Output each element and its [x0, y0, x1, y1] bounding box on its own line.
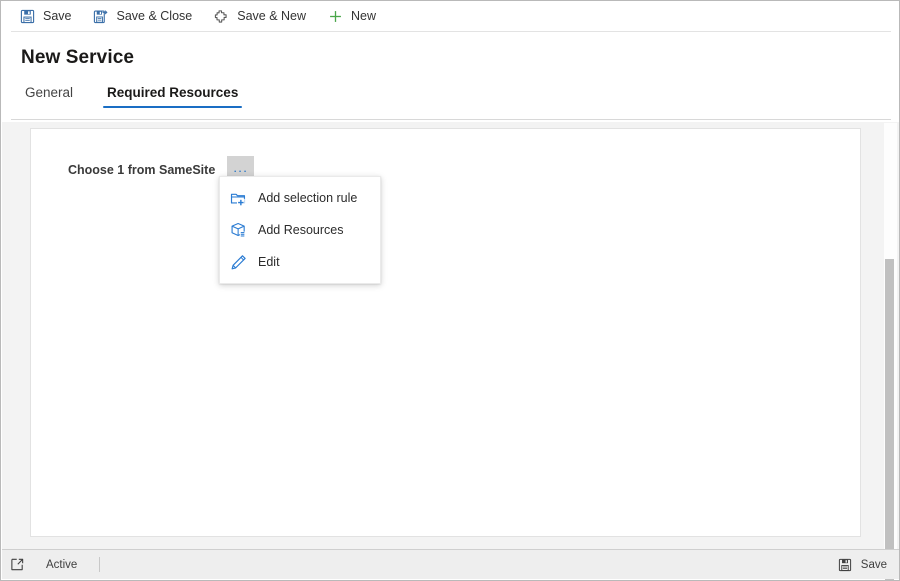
- menu-item-add-selection-rule[interactable]: Add selection rule: [220, 182, 380, 214]
- ellipsis-icon: ...: [233, 160, 249, 175]
- service-form-window: Save Save & Close Save & New New New Ser…: [0, 0, 900, 581]
- save-and-close-icon: [92, 7, 110, 25]
- status-bar-save-label: Save: [860, 558, 887, 571]
- save-button[interactable]: Save: [14, 3, 82, 29]
- status-bar-save[interactable]: Save: [836, 556, 899, 574]
- new-button[interactable]: New: [322, 3, 386, 29]
- status-bar: Active Save: [2, 549, 899, 579]
- new-button-label: New: [351, 8, 377, 23]
- tab-required-resources-label: Required Resources: [107, 85, 239, 100]
- plus-icon: [326, 7, 344, 25]
- status-bar-separator: [99, 557, 101, 572]
- tab-required-resources[interactable]: Required Resources: [101, 83, 244, 110]
- menu-item-add-resources-label: Add Resources: [258, 223, 344, 237]
- tab-general[interactable]: General: [19, 83, 79, 110]
- save-and-new-icon: [212, 7, 230, 25]
- menu-item-add-resources[interactable]: Add Resources: [220, 214, 380, 246]
- save-and-close-button[interactable]: Save & Close: [88, 3, 203, 29]
- save-and-close-button-label: Save & Close: [116, 8, 193, 23]
- save-icon: [18, 7, 36, 25]
- save-icon: [836, 556, 854, 574]
- open-in-new-window-icon[interactable]: [8, 556, 26, 574]
- page-title: New Service: [21, 47, 135, 68]
- selection-rule-label: Choose 1 from SameSite: [68, 162, 216, 177]
- save-button-label: Save: [43, 8, 72, 23]
- save-and-new-button[interactable]: Save & New: [208, 3, 316, 29]
- tab-general-label: General: [25, 85, 74, 100]
- command-bar-divider: [11, 31, 891, 32]
- add-resources-icon: [229, 221, 247, 239]
- add-selection-rule-icon: [229, 189, 247, 207]
- menu-item-add-selection-rule-label: Add selection rule: [258, 191, 358, 205]
- required-resources-panel: Choose 1 from SameSite ...: [30, 128, 861, 537]
- save-and-new-button-label: Save & New: [237, 8, 307, 23]
- pencil-icon: [229, 253, 247, 271]
- vertical-scrollbar-thumb[interactable]: [885, 259, 894, 580]
- ellipsis-context-menu: Add selection rule Add Resources Edit: [219, 176, 381, 284]
- command-bar: Save Save & Close Save & New New: [2, 2, 899, 30]
- tab-list: General Required Resources: [19, 83, 266, 110]
- vertical-scrollbar-track[interactable]: [884, 123, 897, 580]
- status-text: Active: [46, 558, 78, 571]
- menu-item-edit-label: Edit: [258, 255, 280, 269]
- menu-item-edit[interactable]: Edit: [220, 246, 380, 278]
- status-bar-left: Active: [2, 556, 101, 574]
- header-divider: [11, 119, 891, 120]
